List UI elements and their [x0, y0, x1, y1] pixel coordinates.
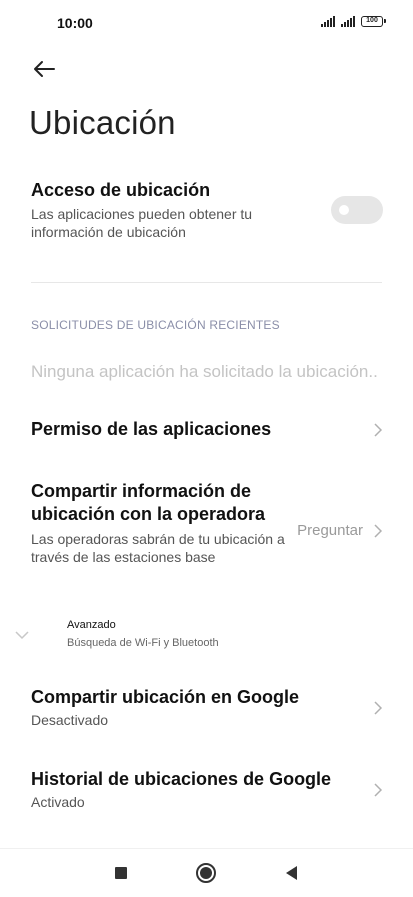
chevron-right-icon: [374, 524, 383, 538]
battery-level: 100: [366, 17, 378, 24]
home-button[interactable]: [194, 861, 218, 885]
location-access-toggle[interactable]: [331, 196, 383, 224]
status-icons: 100: [321, 16, 386, 27]
signal-icon: [341, 16, 355, 27]
triangle-left-icon: [286, 866, 297, 880]
google-history-subtitle: Activado: [31, 794, 85, 810]
toggle-knob: [339, 205, 349, 215]
carrier-share-row[interactable]: Compartir información de ubicación con l…: [31, 480, 383, 585]
status-time: 10:00: [57, 15, 93, 31]
location-access-row[interactable]: Acceso de ubicación Las aplicaciones pue…: [31, 179, 383, 249]
battery-icon: 100: [361, 16, 386, 27]
google-share-subtitle: Desactivado: [31, 712, 109, 728]
circle-icon: [196, 863, 216, 883]
chevron-right-icon: [374, 423, 383, 437]
chevron-right-icon: [374, 783, 383, 797]
divider: [31, 282, 382, 283]
back-button[interactable]: [30, 55, 58, 83]
carrier-share-subtitle: Las operadoras sabrán de tu ubicación a …: [31, 531, 285, 565]
carrier-share-value: Preguntar: [297, 522, 363, 539]
navigation-bar: [0, 848, 413, 897]
back-nav-button[interactable]: [280, 861, 304, 885]
signal-icon: [321, 16, 335, 27]
google-history-title: Historial de ubicaciones de Google: [31, 769, 332, 789]
carrier-share-title: Compartir información de ubicación con l…: [31, 481, 266, 524]
google-share-row[interactable]: Compartir ubicación en Google Desactivad…: [31, 686, 383, 732]
recent-requests-empty: Ninguna aplicación ha solicitado la ubic…: [31, 362, 378, 381]
page-title: Ubicación: [29, 104, 176, 141]
status-bar: 10:00 100: [0, 0, 413, 48]
recent-requests-header: SOLICITUDES DE UBICACIÓN RECIENTES: [31, 318, 280, 332]
arrow-left-icon: [34, 61, 55, 77]
google-history-row[interactable]: Historial de ubicaciones de Google Activ…: [31, 768, 383, 814]
square-icon: [115, 867, 127, 879]
recents-button[interactable]: [109, 861, 133, 885]
location-access-title: Acceso de ubicación: [31, 180, 211, 200]
advanced-subtitle: Búsqueda de Wi-Fi y Bluetooth: [67, 637, 219, 649]
advanced-title: Avanzado: [67, 619, 116, 631]
location-access-subtitle: Las aplicaciones pueden obtener tu infor…: [31, 206, 253, 240]
advanced-row[interactable]: Avanzado Búsqueda de Wi-Fi y Bluetooth: [0, 610, 413, 660]
google-share-title: Compartir ubicación en Google: [31, 687, 300, 707]
app-permissions-row[interactable]: Permiso de las aplicaciones: [31, 418, 383, 444]
app-permissions-title: Permiso de las aplicaciones: [31, 419, 272, 439]
chevron-right-icon: [374, 701, 383, 715]
chevron-down-icon: [15, 631, 29, 640]
